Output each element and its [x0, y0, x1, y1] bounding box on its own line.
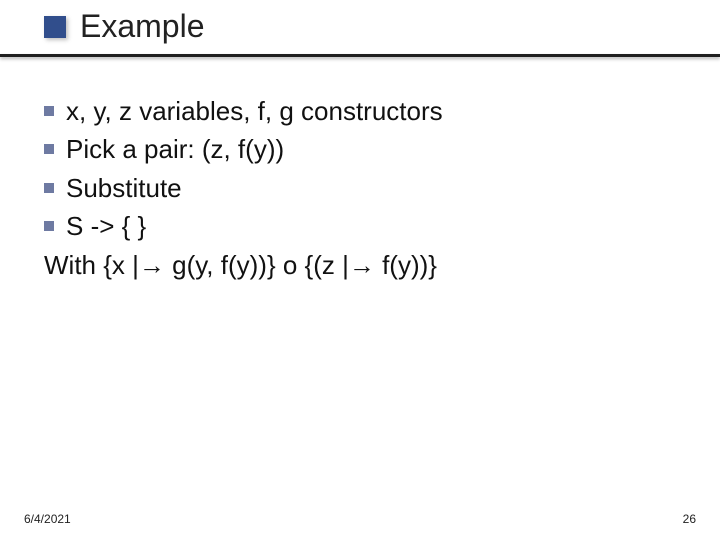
slide: Example x, y, z variables, f, g construc…: [0, 0, 720, 540]
bullet-square-icon: [44, 144, 54, 154]
bullet-item: Pick a pair: (z, f(y)): [44, 130, 680, 168]
bullet-item: x, y, z variables, f, g constructors: [44, 92, 680, 130]
bullet-text: Substitute: [66, 169, 182, 207]
footer-page-number: 26: [683, 512, 696, 526]
bullet-text: S -> { }: [66, 207, 146, 245]
title-divider: [0, 54, 720, 57]
bullet-item: Substitute: [44, 169, 680, 207]
bullet-item: S -> { }: [44, 207, 680, 245]
with-line: With {x |→ g(y, f(y))} o {(z |→ f(y))}: [44, 246, 680, 284]
bullet-text: Pick a pair: (z, f(y)): [66, 130, 284, 168]
slide-title: Example: [80, 8, 205, 45]
bullet-text: x, y, z variables, f, g constructors: [66, 92, 443, 130]
bullet-square-icon: [44, 183, 54, 193]
title-row: Example: [44, 8, 700, 45]
title-accent-square: [44, 16, 66, 38]
footer-date: 6/4/2021: [24, 512, 71, 526]
slide-body: x, y, z variables, f, g constructors Pic…: [44, 92, 680, 284]
bullet-square-icon: [44, 106, 54, 116]
bullet-square-icon: [44, 221, 54, 231]
